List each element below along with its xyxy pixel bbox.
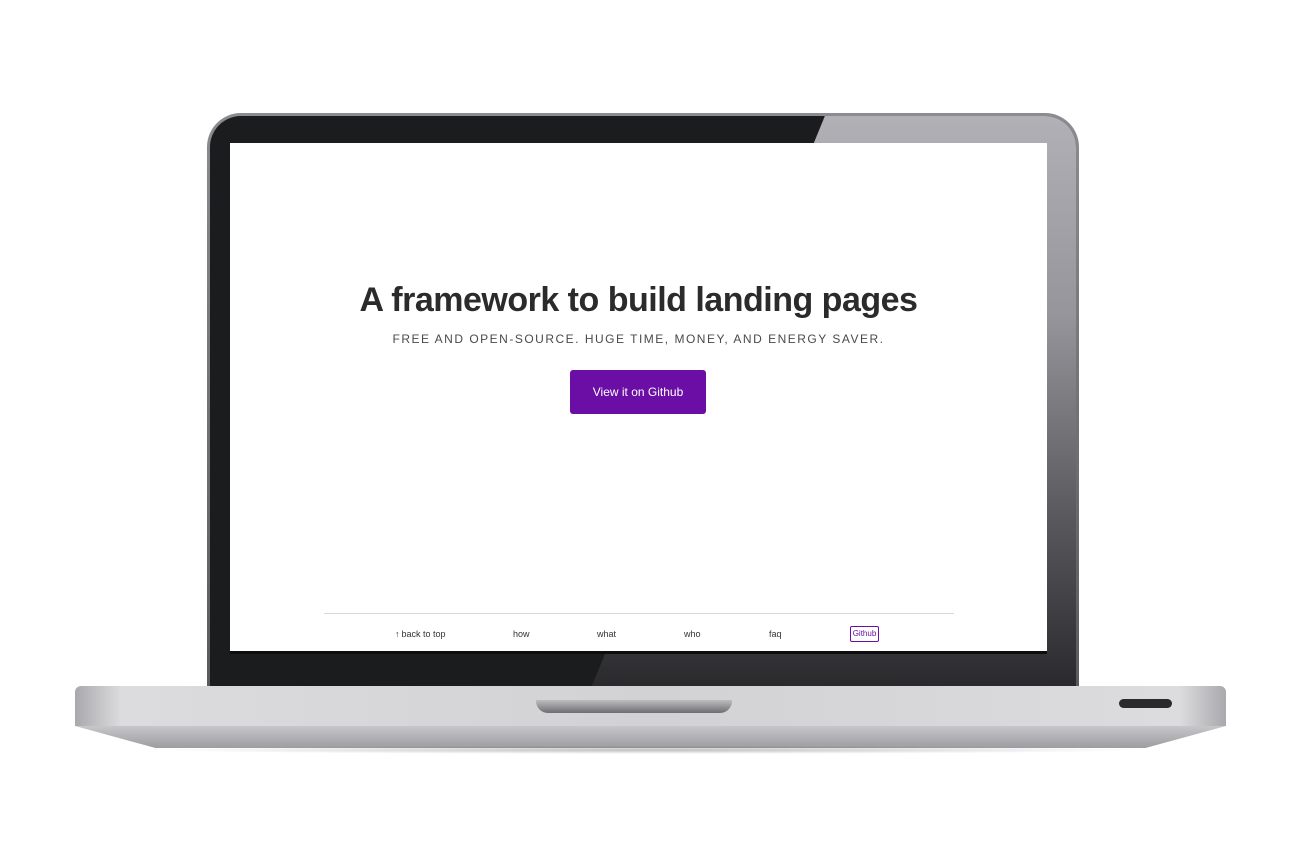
back-to-top-link[interactable]: ↑ back to top [395,629,446,639]
laptop-base-front [75,726,1226,748]
laptop-shadow [150,746,1150,754]
view-on-github-button[interactable]: View it on Github [570,370,706,414]
hero-subtitle: FREE AND OPEN-SOURCE. HUGE TIME, MONEY, … [392,332,885,346]
nav-link-what[interactable]: what [597,629,616,639]
back-to-top-label: back to top [401,629,446,639]
nav-github-button[interactable]: Github [850,626,879,642]
footer-divider [324,613,954,614]
nav-link-how[interactable]: how [513,629,530,639]
laptop-port [1119,699,1172,708]
laptop-screen: A framework to build landing pages FREE … [230,143,1047,651]
nav-link-who[interactable]: who [684,629,701,639]
nav-link-faq[interactable]: faq [769,629,782,639]
laptop-hinge-notch [536,700,732,713]
arrow-up-icon: ↑ [395,629,400,639]
hero-title: A framework to build landing pages [359,281,918,319]
footer-nav: ↑ back to top how what who faq Github [324,625,954,645]
